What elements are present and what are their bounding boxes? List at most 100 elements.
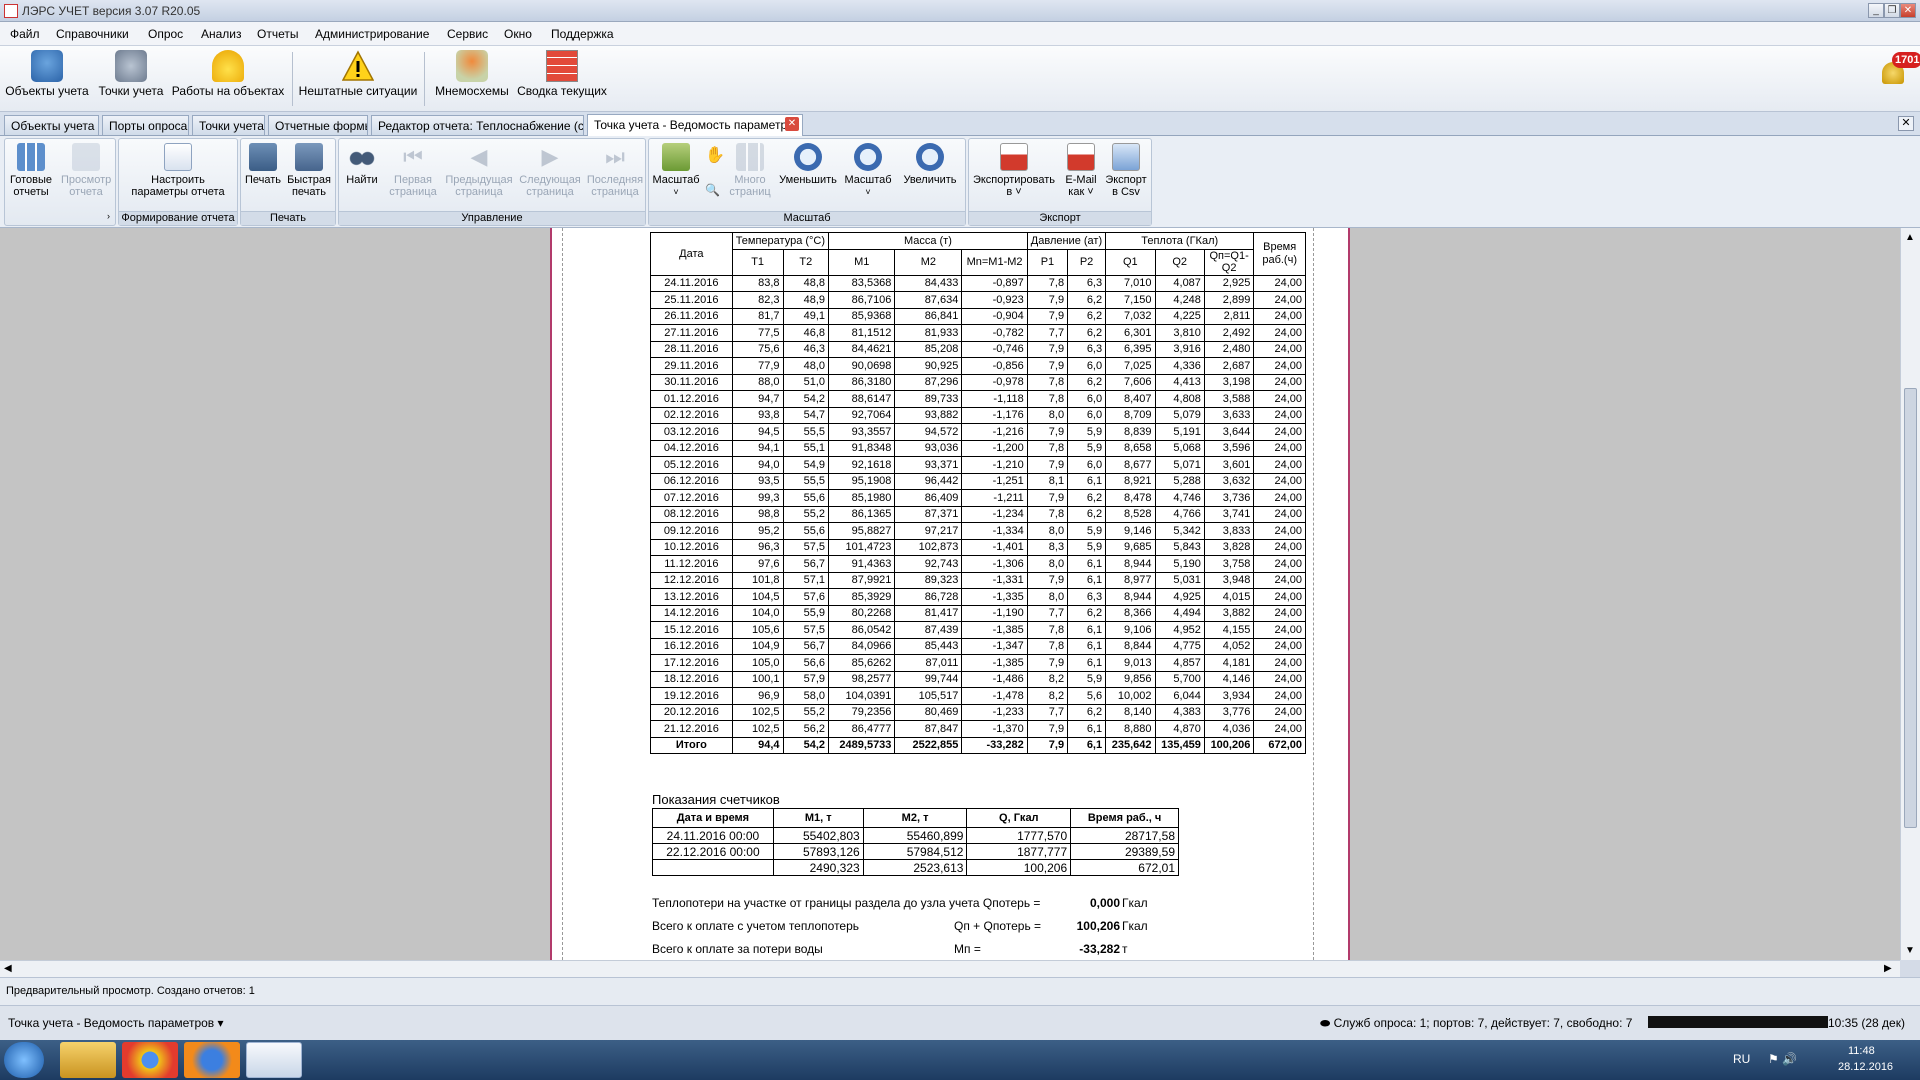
firefox-app-icon[interactable] xyxy=(184,1042,240,1078)
works-button[interactable]: Работы на объектах xyxy=(170,50,286,108)
start-button[interactable] xyxy=(4,1042,44,1078)
summary-button[interactable]: Сводка текущих xyxy=(516,50,608,108)
tab-params-report[interactable]: Точка учета - Ведомость параметр xyxy=(587,114,803,136)
print-button[interactable]: Печать xyxy=(243,143,283,186)
tab-objects[interactable]: Объекты учета xyxy=(4,115,99,135)
cell-value: 672,00 xyxy=(1253,736,1306,754)
cell-value: 8,366 xyxy=(1105,604,1156,622)
menu-service[interactable]: Сервис xyxy=(447,27,488,41)
chrome-app-icon[interactable] xyxy=(122,1042,178,1078)
zoom-button[interactable]: Масштаб ˅ xyxy=(841,143,895,198)
find-button[interactable]: Найти xyxy=(343,143,381,186)
cell-value: 8,0 xyxy=(1026,522,1069,540)
close-button[interactable]: ✕ xyxy=(1900,3,1916,18)
cell-value: 8,709 xyxy=(1105,406,1156,424)
csv-icon xyxy=(1112,143,1140,171)
cell-value: 8,839 xyxy=(1105,423,1156,441)
tab-report-forms[interactable]: Отчетные формы xyxy=(268,115,368,135)
cell-value: 81,417 xyxy=(894,604,963,622)
cell-date: 03.12.2016 xyxy=(650,423,733,441)
header-q2: Q2 xyxy=(1154,248,1205,276)
header-p1: P1 xyxy=(1026,248,1069,276)
prev-page-button[interactable]: ◀ Предыдущая страница xyxy=(443,143,515,198)
mnemo-button[interactable]: Мнемосхемы xyxy=(430,50,514,108)
minimize-button[interactable]: _ xyxy=(1868,3,1884,18)
cell-value: 6,1 xyxy=(1067,720,1107,738)
clock-time[interactable]: 11:48 xyxy=(1848,1045,1875,1057)
meters-cell-value: 29389,59 xyxy=(1070,843,1179,860)
document-selector[interactable]: Точка учета - Ведомость параметров ▾ xyxy=(8,1016,224,1030)
lers-app-icon[interactable] xyxy=(246,1042,302,1078)
scroll-thumb[interactable] xyxy=(1904,388,1917,828)
menu-poll[interactable]: Опрос xyxy=(148,27,183,41)
summary-unit: т xyxy=(1122,942,1128,956)
scroll-down-icon[interactable]: ▼ xyxy=(1905,945,1915,956)
menu-file[interactable]: Файл xyxy=(10,27,40,41)
tab-report-editor[interactable]: Редактор отчета: Теплоснабжение (сх xyxy=(371,115,584,135)
cell-value: 54,7 xyxy=(782,406,830,424)
menu-window[interactable]: Окно xyxy=(504,27,532,41)
export-to-button[interactable]: Экспортировать в ˅ xyxy=(971,143,1057,198)
clock-date[interactable]: 28.12.2016 xyxy=(1838,1061,1893,1073)
zoom-out-button[interactable]: Уменьшить xyxy=(777,143,839,186)
email-as-button[interactable]: E-Mail как ˅ xyxy=(1061,143,1101,198)
cell-value: 5,071 xyxy=(1154,456,1205,474)
notifications-bell[interactable]: 1701 xyxy=(1880,52,1920,86)
next-page-button[interactable]: ▶ Следующая страница xyxy=(517,143,583,198)
meters-cell-value: 55460,899 xyxy=(862,827,968,844)
summary-formula: Qп + Qпотерь = xyxy=(954,919,1042,933)
cell-value: 5,288 xyxy=(1154,472,1205,490)
cell-value: 80,2268 xyxy=(828,604,896,622)
scroll-right-icon[interactable]: ▶ xyxy=(1884,963,1892,974)
scroll-up-icon[interactable]: ▲ xyxy=(1905,232,1915,243)
horizontal-scrollbar[interactable]: ◀ ▶ xyxy=(0,960,1900,977)
menu-reports[interactable]: Отчеты xyxy=(257,27,298,41)
tray-icons[interactable]: ⚑ 🔊 xyxy=(1768,1052,1797,1066)
cell-value: 24,00 xyxy=(1253,687,1306,705)
preview-status-text: Предварительный просмотр. Создано отчето… xyxy=(6,985,255,997)
menu-support[interactable]: Поддержка xyxy=(551,27,614,41)
zoom-in-button[interactable]: Увеличить xyxy=(899,143,961,186)
cell-value: 96,442 xyxy=(894,472,963,490)
zoom-tool-button[interactable]: Масштаб ˅ xyxy=(651,143,701,198)
hand-icon[interactable]: ✋ xyxy=(705,145,725,165)
warning-icon xyxy=(341,50,375,82)
many-pages-button[interactable]: Много страниц xyxy=(725,143,775,198)
cell-value: 6,2 xyxy=(1067,373,1107,391)
language-indicator[interactable]: RU xyxy=(1733,1052,1750,1066)
menu-directories[interactable]: Справочники xyxy=(56,27,129,41)
cell-value: 9,106 xyxy=(1105,621,1156,639)
export-csv-button[interactable]: Экспорт в Csv xyxy=(1103,143,1149,198)
preview-report-button[interactable]: Просмотр отчета xyxy=(61,143,111,198)
menu-administration[interactable]: Администрирование xyxy=(315,27,429,41)
cell-value: 83,5368 xyxy=(828,274,896,292)
cell-value: 80,469 xyxy=(894,703,963,721)
prev-page-icon: ◀ xyxy=(470,144,488,169)
setup-params-button[interactable]: Настроить параметры отчета xyxy=(123,143,233,198)
group-expand-icon[interactable]: › xyxy=(107,211,110,221)
first-page-button[interactable]: ⏮ Первая страница xyxy=(385,143,441,198)
cell-date: 12.12.2016 xyxy=(650,571,733,589)
tab-points[interactable]: Точки учета xyxy=(192,115,265,135)
close-all-tabs-icon[interactable]: ✕ xyxy=(1898,116,1914,131)
vertical-scrollbar[interactable]: ▲ ▼ xyxy=(1900,228,1920,960)
maximize-button[interactable]: ❐ xyxy=(1884,3,1900,18)
points-button[interactable]: Точки учета xyxy=(94,50,168,108)
tab-ports[interactable]: Порты опроса xyxy=(102,115,189,135)
cell-value: 4,494 xyxy=(1154,604,1205,622)
objects-button[interactable]: Объекты учета xyxy=(4,50,90,108)
zoom-small-icon[interactable]: 🔍 xyxy=(705,183,720,197)
emergencies-button[interactable]: Нештатные ситуации xyxy=(298,50,418,108)
table-row: 17.12.2016 105,0 56,6 85,6262 87,011 -1,385 7,… xyxy=(650,654,1306,672)
cell-value: 99,3 xyxy=(731,489,784,507)
cell-value: -1,200 xyxy=(961,439,1028,457)
scroll-left-icon[interactable]: ◀ xyxy=(4,963,12,974)
last-page-button[interactable]: ⏭ Последняя страница xyxy=(585,143,645,198)
explorer-app-icon[interactable] xyxy=(60,1042,116,1078)
menu-analysis[interactable]: Анализ xyxy=(201,27,242,41)
cell-value: 24,00 xyxy=(1253,291,1306,309)
quick-print-button[interactable]: Быстрая печать xyxy=(285,143,333,198)
cell-value: 24,00 xyxy=(1253,621,1306,639)
tab-close-icon[interactable]: ✕ xyxy=(785,117,799,131)
ready-reports-button[interactable]: Готовые отчеты xyxy=(9,143,53,198)
